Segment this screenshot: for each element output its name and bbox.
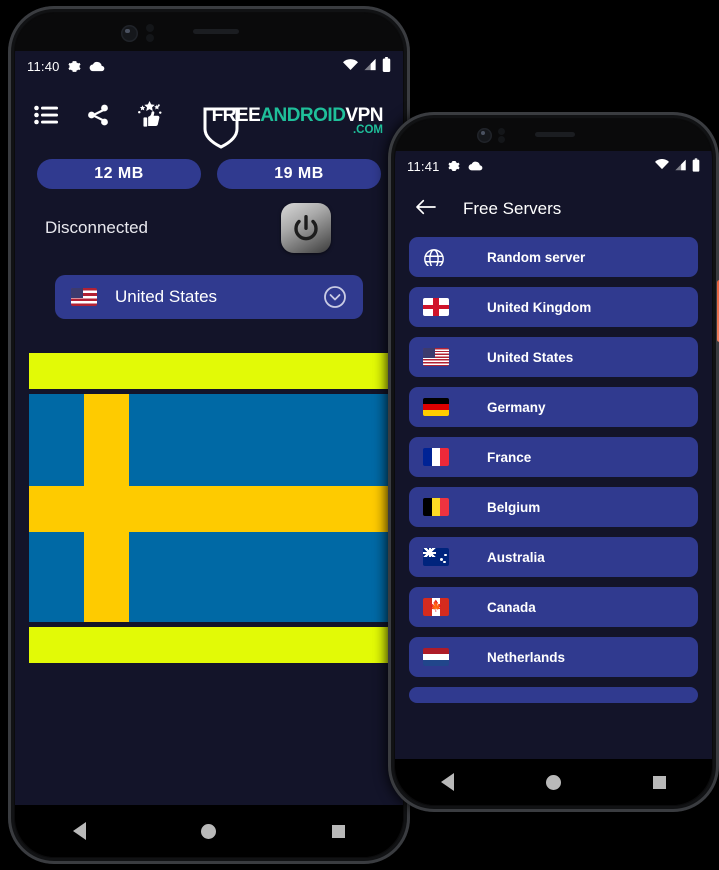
connection-status-text: Disconnected	[45, 218, 149, 237]
proximity-sensor-icon	[498, 128, 505, 135]
android-navbar-left	[15, 805, 403, 857]
logo-part-android: ANDROID	[260, 104, 346, 126]
globe-icon	[423, 248, 449, 266]
chevron-down-icon[interactable]	[323, 285, 347, 309]
list-item[interactable]: United States	[409, 337, 698, 377]
connection-status-row: Disconnected	[15, 189, 403, 253]
wifi-icon	[343, 58, 358, 74]
phone-right-bezel	[395, 119, 712, 151]
list-item[interactable]: Germany	[409, 387, 698, 427]
sweden-flag	[29, 394, 389, 622]
gear-icon	[68, 60, 81, 73]
banner-band-bottom	[29, 627, 389, 663]
cloud-icon	[468, 161, 483, 171]
proximity-sensor-icon	[146, 24, 154, 32]
banner-band-top	[29, 353, 389, 389]
front-camera-icon	[121, 25, 138, 42]
rate-thumbs-up-icon[interactable]	[135, 100, 165, 130]
power-icon	[294, 215, 318, 241]
list-icon[interactable]	[31, 100, 61, 130]
list-item[interactable]: Belgium	[409, 487, 698, 527]
status-bar-left: 11:40	[15, 51, 403, 81]
status-right-icons	[655, 157, 700, 175]
status-right-icons	[343, 57, 391, 75]
android-navbar-right	[395, 759, 712, 805]
light-sensor-icon	[146, 34, 154, 42]
back-icon[interactable]	[72, 822, 86, 840]
app-bar-free-servers: Free Servers	[395, 181, 712, 237]
app-logo: FREE ANDROID VPN .COM	[203, 104, 387, 149]
server-name: United Kingdom	[487, 299, 592, 315]
server-name: Belgium	[487, 499, 541, 515]
nl-flag-icon	[423, 648, 449, 666]
data-usage-pills: 12 MB 19 MB	[15, 149, 403, 189]
status-bar-right: 11:41	[395, 151, 712, 181]
server-name: United States	[487, 349, 574, 365]
list-item[interactable]: France	[409, 437, 698, 477]
battery-icon	[692, 157, 700, 175]
de-flag-icon	[423, 398, 449, 416]
country-selector[interactable]: United States	[55, 275, 363, 319]
page-title: Free Servers	[463, 199, 562, 218]
server-name: Germany	[487, 399, 546, 415]
logo-domain: .COM	[352, 123, 383, 136]
server-list: Random server United Kingdom United Stat…	[395, 237, 712, 703]
be-flag-icon	[423, 498, 449, 516]
signal-icon	[674, 159, 687, 174]
download-usage-pill: 12 MB	[37, 159, 201, 189]
sweden-flag-banner	[15, 353, 403, 663]
gear-icon	[447, 160, 460, 172]
server-name: France	[487, 449, 532, 465]
battery-icon	[382, 57, 391, 75]
phone-right-glass: 11:41 Free Servers Random server United …	[395, 119, 712, 805]
au-flag-icon	[423, 548, 449, 566]
ca-flag-icon: 🍁	[423, 598, 449, 616]
power-toggle-button[interactable]	[281, 203, 331, 253]
shield-icon	[203, 107, 239, 149]
cloud-icon	[89, 61, 105, 72]
list-item[interactable]: Netherlands	[409, 637, 698, 677]
us-flag-icon	[423, 348, 449, 366]
server-name: Australia	[487, 549, 545, 565]
sweden-cross-horizontal	[29, 486, 389, 532]
list-item-partial[interactable]	[409, 687, 698, 703]
status-time: 11:40	[27, 58, 60, 74]
list-item[interactable]: Random server	[409, 237, 698, 277]
fr-flag-icon	[423, 448, 449, 466]
recents-icon[interactable]	[653, 775, 666, 789]
phone-left-bezel	[15, 13, 403, 51]
recents-icon[interactable]	[332, 824, 346, 838]
status-time: 11:41	[407, 158, 440, 174]
us-flag-icon	[71, 288, 97, 306]
list-item[interactable]: 🍁 Canada	[409, 587, 698, 627]
phone-left-screen: 11:40 FREE ANDROID VPN .COM 12 MB 19 MB …	[15, 51, 403, 805]
back-arrow-icon[interactable]	[415, 198, 437, 221]
logo-part-vpn: VPN	[345, 104, 383, 126]
signal-icon	[363, 58, 377, 74]
wifi-icon	[655, 158, 669, 173]
light-sensor-icon	[498, 136, 505, 143]
phone-right: 11:41 Free Servers Random server United …	[388, 112, 719, 812]
front-camera-icon	[477, 128, 492, 143]
app-toolbar: FREE ANDROID VPN .COM	[15, 81, 403, 149]
uk-flag-icon	[423, 298, 449, 316]
list-item[interactable]: Australia	[409, 537, 698, 577]
home-icon[interactable]	[201, 823, 217, 839]
list-item[interactable]: United Kingdom	[409, 287, 698, 327]
server-name: Random server	[487, 249, 586, 265]
home-icon[interactable]	[546, 774, 561, 790]
share-icon[interactable]	[83, 100, 113, 130]
upload-usage-pill: 19 MB	[217, 159, 381, 189]
server-name: Netherlands	[487, 649, 566, 665]
selected-country-name: United States	[115, 287, 218, 306]
earpiece-speaker	[535, 132, 575, 137]
phone-left: 11:40 FREE ANDROID VPN .COM 12 MB 19 MB …	[8, 6, 410, 864]
server-name: Canada	[487, 599, 536, 615]
back-icon[interactable]	[441, 773, 454, 791]
earpiece-speaker	[193, 29, 239, 34]
phone-right-screen: 11:41 Free Servers Random server United …	[395, 151, 712, 759]
phone-left-glass: 11:40 FREE ANDROID VPN .COM 12 MB 19 MB …	[15, 13, 403, 857]
